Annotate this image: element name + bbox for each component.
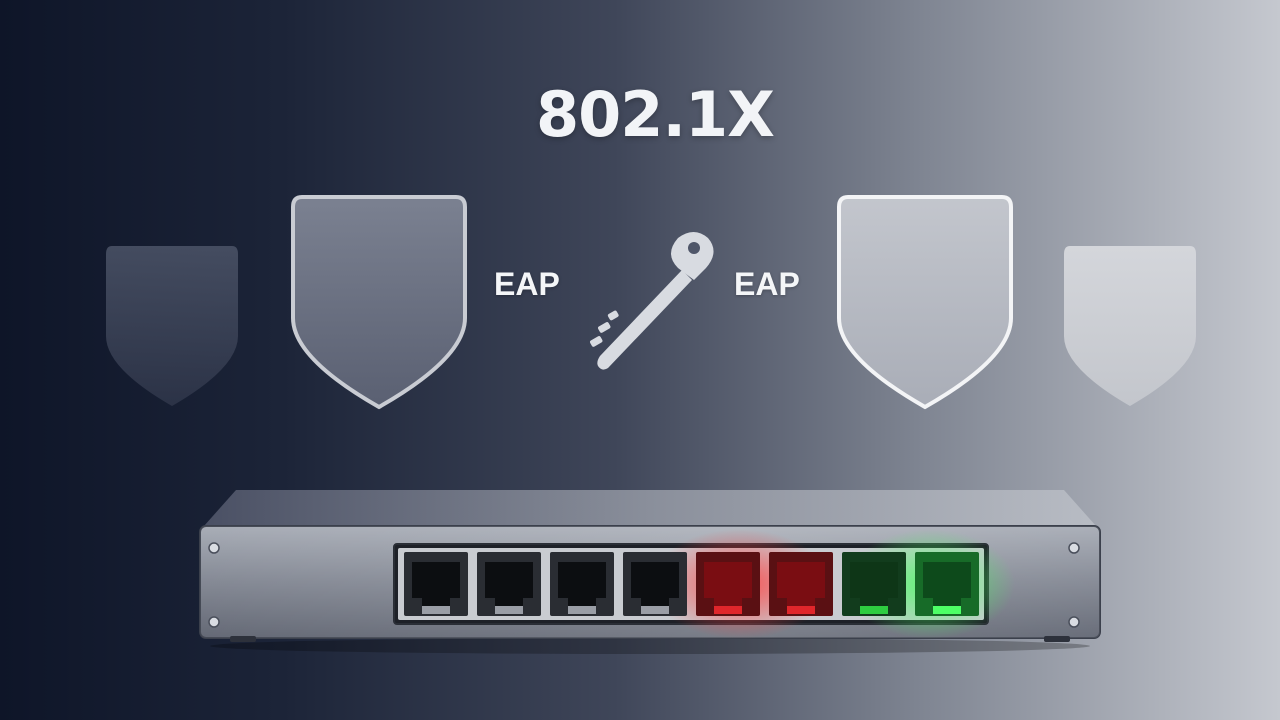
shield-icon	[1060, 240, 1200, 410]
port-6	[769, 552, 833, 616]
shield-icon	[102, 240, 242, 410]
shield-icon	[288, 192, 470, 412]
port-4	[623, 552, 687, 616]
key-icon	[586, 226, 726, 372]
port-3	[550, 552, 614, 616]
protocol-title: 802.1X	[536, 78, 775, 151]
eap-label-right: EAP	[734, 266, 800, 302]
shield-icon	[834, 192, 1016, 412]
port-2	[477, 552, 541, 616]
port-8	[915, 552, 979, 616]
port-7	[842, 552, 906, 616]
port-1	[404, 552, 468, 616]
network-switch	[190, 486, 1110, 656]
illustration: 802.1X EAP EAP	[0, 0, 1280, 720]
port-5	[696, 552, 760, 616]
eap-label-left: EAP	[494, 266, 560, 302]
